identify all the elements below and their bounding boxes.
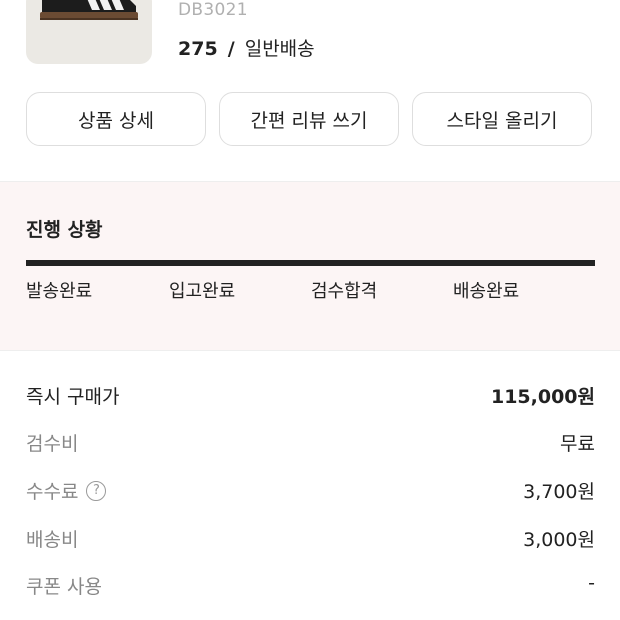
commission-row: 수수료 ? 3,700원 xyxy=(26,477,595,507)
commission-value: 3,700원 xyxy=(523,481,595,503)
option-separator: / xyxy=(227,38,235,60)
coupon-row: 쿠폰 사용 - xyxy=(26,572,595,602)
shipping-fee-label: 배송비 xyxy=(26,529,79,551)
commission-label-text: 수수료 xyxy=(26,481,79,503)
product-summary: DB3021 275 / 일반배송 xyxy=(0,0,620,66)
step-inspection-passed: 검수합격 xyxy=(311,281,378,302)
shipping-fee-value: 3,000원 xyxy=(523,529,595,551)
size-value: 275 xyxy=(178,38,218,60)
shipping-fee-row: 배송비 3,000원 xyxy=(26,525,595,555)
product-thumbnail[interactable] xyxy=(26,0,152,64)
sneaker-image xyxy=(40,0,138,20)
shipping-type: 일반배송 xyxy=(244,38,315,60)
model-number: DB3021 xyxy=(178,0,248,20)
step-received: 입고완료 xyxy=(169,281,236,302)
post-style-button[interactable]: 스타일 올리기 xyxy=(412,92,592,146)
help-icon[interactable]: ? xyxy=(86,480,107,501)
buy-now-price-label: 즉시 구매가 xyxy=(26,386,120,408)
progress-title: 진행 상황 xyxy=(26,219,103,241)
commission-label: 수수료 ? xyxy=(26,477,107,504)
step-delivered: 배송완료 xyxy=(453,281,520,302)
progress-bar xyxy=(26,260,595,266)
step-shipped: 발송완료 xyxy=(26,281,93,302)
inspection-fee-row: 검수비 무료 xyxy=(26,429,595,459)
inspection-fee-label: 검수비 xyxy=(26,433,79,455)
coupon-label: 쿠폰 사용 xyxy=(26,576,102,598)
action-buttons: 상품 상세 간편 리뷰 쓰기 스타일 올리기 xyxy=(26,92,596,148)
order-option: 275 / 일반배송 xyxy=(178,34,315,61)
progress-section: 진행 상황 발송완료 입고완료 검수합격 배송완료 xyxy=(0,181,620,351)
inspection-fee-value: 무료 xyxy=(560,433,595,455)
coupon-value: - xyxy=(588,572,595,594)
buy-now-price-row: 즉시 구매가 115,000원 xyxy=(26,382,595,412)
buy-now-price-value: 115,000원 xyxy=(490,386,595,408)
product-detail-button[interactable]: 상품 상세 xyxy=(26,92,206,146)
quick-review-button[interactable]: 간편 리뷰 쓰기 xyxy=(219,92,399,146)
